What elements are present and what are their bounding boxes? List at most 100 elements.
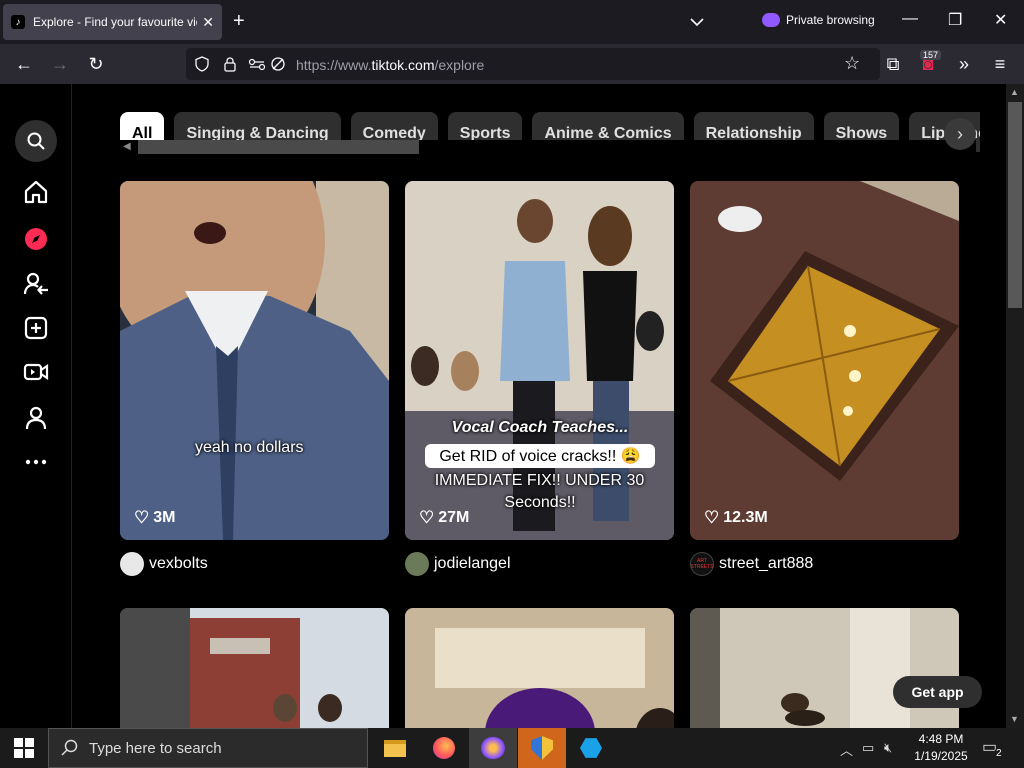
- taskbar-search-placeholder: Type here to search: [89, 739, 222, 757]
- video-thumbnail: [405, 608, 674, 728]
- profile-icon[interactable]: [22, 404, 50, 432]
- window-close-icon[interactable]: ✕: [994, 10, 1007, 30]
- scroll-down-icon[interactable]: ▼: [1010, 714, 1019, 724]
- reload-icon[interactable]: ↻: [86, 54, 106, 74]
- video-caption-line: IMMEDIATE FIX!! UNDER 30: [434, 472, 645, 489]
- minimize-icon[interactable]: —: [902, 10, 918, 28]
- video-card[interactable]: [120, 608, 389, 728]
- url-bar[interactable]: https://www.tiktok.com/explore ☆: [186, 48, 880, 80]
- scroll-left-icon[interactable]: ◀: [123, 141, 131, 152]
- search-icon: [61, 739, 78, 756]
- avatar[interactable]: ART STREETS: [690, 552, 714, 576]
- autoplay-blocked-icon[interactable]: [270, 56, 286, 72]
- video-thumbnail: [120, 181, 389, 540]
- forward-icon[interactable]: →: [50, 54, 70, 74]
- taskbar-search-input[interactable]: Type here to search: [48, 728, 368, 768]
- browser-tab-bar: ♪ Explore - Find your favourite videos o…: [0, 0, 1024, 44]
- like-count: ♡ 3M: [134, 508, 175, 528]
- extensions-icon[interactable]: ⧉: [883, 54, 903, 74]
- taskbar-firefox-private[interactable]: [469, 728, 517, 768]
- tiktok-explore-page: All Singing & Dancing Comedy Sports Anim…: [0, 84, 1024, 728]
- upload-plus-icon[interactable]: [22, 314, 50, 342]
- lock-icon[interactable]: [222, 56, 238, 72]
- url-text[interactable]: https://www.tiktok.com/explore: [296, 57, 484, 73]
- video-card[interactable]: [690, 608, 959, 728]
- video-thumbnail: [690, 181, 959, 540]
- taskbar-store-app[interactable]: [567, 728, 615, 768]
- close-tab-icon[interactable]: ✕: [202, 14, 214, 31]
- browser-tab[interactable]: ♪ Explore - Find your favourite videos o…: [3, 4, 222, 40]
- permissions-icon[interactable]: [248, 56, 266, 72]
- video-card[interactable]: [405, 608, 674, 728]
- like-count: ♡ 27M: [419, 508, 469, 528]
- taskbar-clock[interactable]: 4:48 PM 1/19/2025: [906, 731, 976, 765]
- category-scrollbar[interactable]: ◀: [120, 140, 976, 156]
- search-icon: [27, 132, 45, 150]
- taskbar-firefox[interactable]: [420, 728, 468, 768]
- extension-badge: 157: [920, 50, 942, 60]
- private-mask-icon: [762, 13, 780, 27]
- windows-start-icon[interactable]: [14, 738, 34, 758]
- scroll-up-icon[interactable]: ▲: [1010, 87, 1019, 97]
- windows-taskbar: Type here to search ︿ ▭ 🔇︎ 4:48 PM 1/19/…: [0, 728, 1024, 768]
- bookmark-star-icon[interactable]: ☆: [844, 53, 860, 74]
- avatar[interactable]: [120, 552, 144, 576]
- more-dots-icon[interactable]: [22, 448, 50, 476]
- tab-title: Explore - Find your favourite videos on …: [33, 15, 197, 29]
- heart-icon: ♡: [419, 508, 435, 527]
- get-app-button[interactable]: Get app: [893, 676, 982, 708]
- avatar[interactable]: [405, 552, 429, 576]
- author-name[interactable]: jodielangel: [434, 555, 511, 573]
- new-tab-icon[interactable]: +: [233, 10, 245, 33]
- private-browsing-indicator: Private browsing: [762, 13, 875, 27]
- clock-date: 1/19/2025: [914, 749, 968, 763]
- firefox-icon: [433, 737, 455, 759]
- video-card[interactable]: ♡ 12.3M: [690, 181, 959, 540]
- shield-icon[interactable]: [194, 56, 210, 72]
- author-name[interactable]: street_art888: [719, 555, 813, 573]
- chevron-down-icon[interactable]: [688, 13, 706, 31]
- sidebar: [0, 84, 72, 728]
- explore-compass-icon[interactable]: [22, 225, 50, 253]
- page-scrollbar[interactable]: ▲ ▼: [1006, 84, 1024, 728]
- like-count: ♡ 12.3M: [704, 508, 768, 528]
- author-row[interactable]: ART STREETS street_art888: [690, 552, 813, 576]
- author-row[interactable]: vexbolts: [120, 552, 208, 576]
- like-count-value: 27M: [438, 509, 470, 526]
- notification-count: 2: [994, 748, 1004, 759]
- back-icon[interactable]: ←: [14, 54, 34, 74]
- taskbar-file-explorer[interactable]: [371, 728, 419, 768]
- video-thumbnail: [690, 608, 959, 728]
- live-video-icon[interactable]: [22, 358, 50, 386]
- shield-icon: [531, 736, 553, 760]
- tiktok-icon: ♪: [11, 15, 25, 29]
- folder-icon: [384, 739, 406, 757]
- like-count-value: 3M: [153, 509, 176, 526]
- video-card[interactable]: Vocal Coach Teaches... Get RID of voice …: [405, 181, 674, 540]
- maximize-icon[interactable]: ❐: [948, 10, 962, 30]
- network-icon[interactable]: ▭: [862, 740, 874, 756]
- video-caption: yeah no dollars: [195, 439, 304, 456]
- video-caption-line: Vocal Coach Teaches...: [451, 419, 629, 436]
- overflow-chevrons-icon[interactable]: »: [954, 54, 974, 74]
- private-browsing-label: Private browsing: [786, 13, 875, 27]
- category-scroll-thumb[interactable]: [138, 140, 419, 154]
- browser-nav-bar: ← → ↻ https://www.tiktok.com/explore ☆ ⧉…: [0, 44, 1024, 84]
- following-icon[interactable]: [22, 270, 50, 298]
- video-card[interactable]: yeah no dollars ♡ 3M: [120, 181, 389, 540]
- page-scroll-thumb[interactable]: [1008, 102, 1022, 308]
- like-count-value: 12.3M: [723, 509, 768, 526]
- taskbar-security-app[interactable]: [518, 728, 566, 768]
- author-name[interactable]: vexbolts: [149, 555, 208, 573]
- url-host: tiktok.com: [371, 57, 435, 73]
- video-thumbnail: [120, 608, 389, 728]
- author-row[interactable]: jodielangel: [405, 552, 511, 576]
- video-caption-line: Get RID of voice cracks!! 😩: [425, 444, 655, 468]
- tray-chevron-up-icon[interactable]: ︿: [840, 740, 853, 759]
- home-icon[interactable]: [22, 178, 50, 206]
- search-button[interactable]: [15, 120, 57, 162]
- firefox-private-icon: [481, 737, 505, 759]
- menu-icon[interactable]: ≡: [990, 54, 1010, 74]
- chip-next-chevron-icon[interactable]: ›: [944, 118, 976, 150]
- volume-muted-icon[interactable]: 🔇︎: [884, 740, 892, 756]
